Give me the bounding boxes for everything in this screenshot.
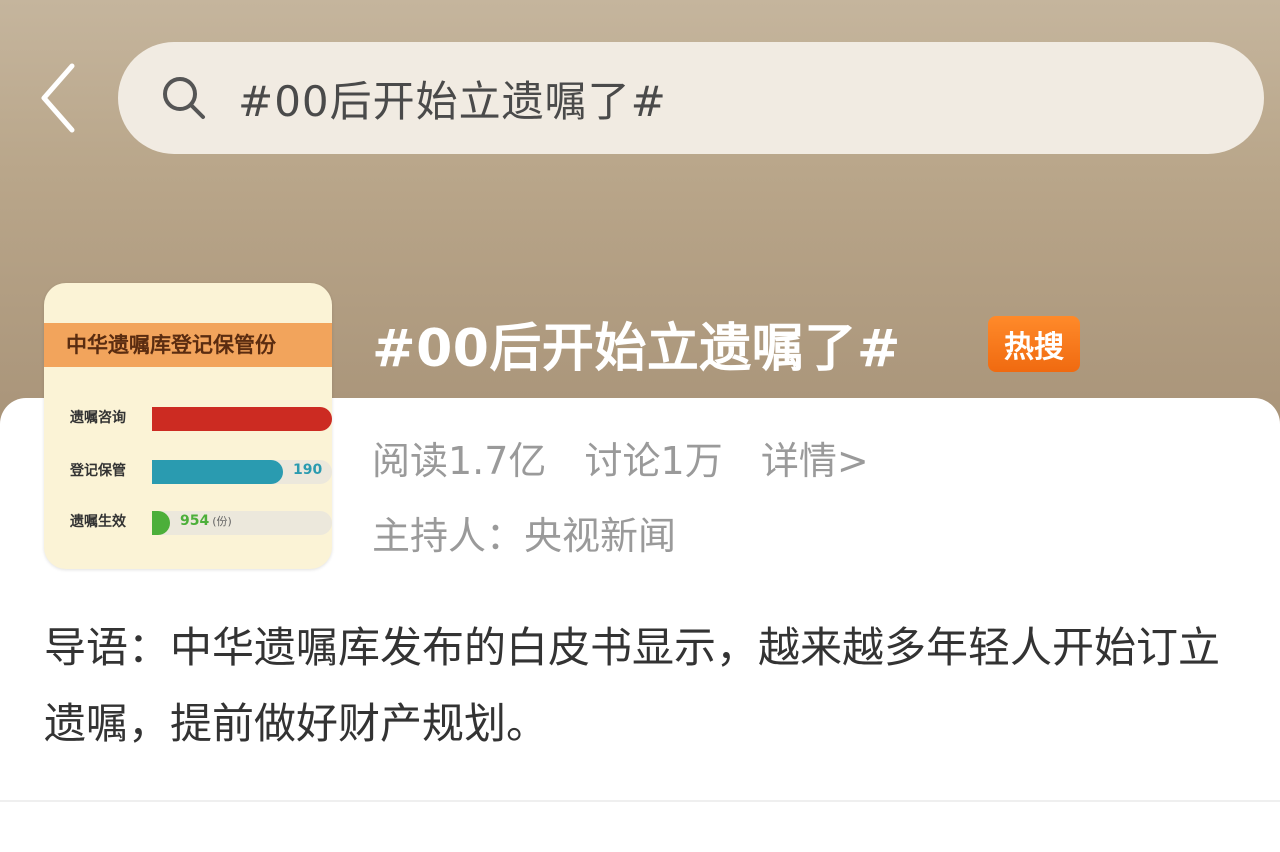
thumbnail-row-label: 登记保管 — [70, 463, 126, 479]
read-count: 阅读1.7亿 — [372, 439, 547, 483]
topic-intro: 导语：中华遗嘱库发布的白皮书显示，越来越多年轻人开始订立遗嘱，提前做好财产规划。 — [44, 623, 1221, 748]
thumbnail-bar — [152, 407, 332, 431]
thumbnail-row-value: 190 — [293, 462, 323, 478]
topic-title[interactable]: #00后开始立遗嘱了# — [372, 306, 901, 381]
thumbnail-title: 中华遗嘱库登记保管份 — [44, 323, 332, 367]
detail-link[interactable]: 详情> — [761, 439, 869, 483]
search-query[interactable]: #00后开始立遗嘱了# — [238, 68, 667, 129]
topic-stats: 阅读1.7亿 讨论1万 详情> — [372, 430, 869, 485]
thumbnail-row: 遗嘱咨询 — [44, 401, 332, 437]
chevron-left-icon — [41, 63, 75, 133]
thumbnail-row-label: 遗嘱生效 — [70, 514, 126, 530]
divider — [0, 800, 1280, 802]
topic-host: 主持人：央视新闻 — [372, 514, 677, 558]
thumbnail-row: 登记保管 190 — [44, 454, 332, 490]
discussion-count: 讨论1万 — [584, 439, 723, 483]
thumbnail-bar-track — [152, 511, 332, 535]
hot-badge: 热搜 — [988, 316, 1080, 372]
thumbnail-row-value: 954 (份) — [180, 513, 232, 529]
back-button[interactable] — [30, 60, 86, 136]
search-bar[interactable]: #00后开始立遗嘱了# — [118, 42, 1264, 154]
thumbnail-bar — [152, 460, 283, 484]
thumbnail-row: 遗嘱生效 954 (份) — [44, 505, 332, 541]
search-icon — [160, 74, 208, 122]
thumbnail-row-label: 遗嘱咨询 — [70, 410, 126, 426]
topic-thumbnail[interactable]: 中华遗嘱库登记保管份 遗嘱咨询 登记保管 190 遗嘱生效 954 (份) — [44, 283, 332, 569]
